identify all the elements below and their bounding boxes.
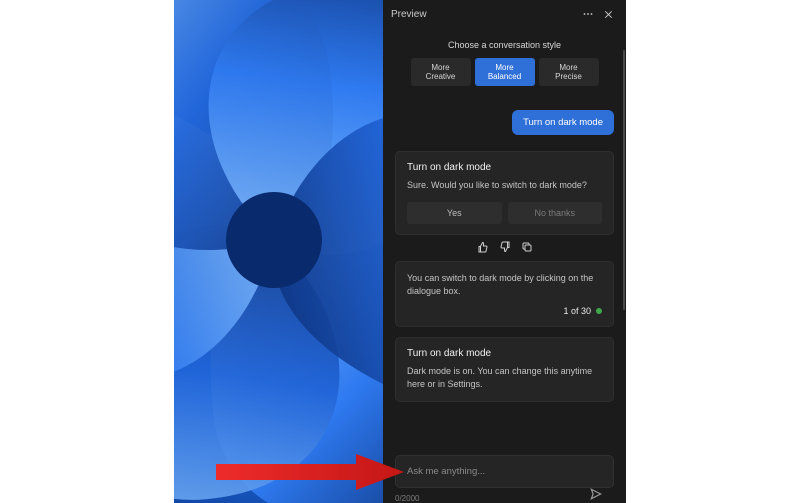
style-caption: Choose a conversation style [395, 40, 614, 50]
close-icon[interactable] [598, 4, 618, 24]
thumbs-down-icon[interactable] [499, 241, 511, 253]
style-option-line2: Balanced [488, 72, 521, 81]
style-option-line2: Precise [555, 72, 582, 81]
style-option-creative[interactable]: More Creative [411, 58, 471, 86]
confirm-no-button[interactable]: No thanks [508, 202, 603, 224]
ask-placeholder: Ask me anything... [407, 466, 602, 477]
ask-input[interactable]: Ask me anything... [395, 455, 614, 488]
style-option-line2: Creative [426, 72, 456, 81]
style-option-line1: More [431, 63, 449, 72]
char-counter: 0/2000 [395, 494, 614, 503]
card-body: Dark mode is on. You can change this any… [407, 365, 602, 391]
send-icon[interactable] [589, 487, 603, 501]
input-area: Ask me anything... 0/2000 [383, 445, 626, 503]
more-icon[interactable] [578, 4, 598, 24]
scrollbar-thumb[interactable] [623, 50, 625, 310]
assistant-card-confirm: Turn on dark mode Sure. Would you like t… [395, 151, 614, 235]
card-body: Sure. Would you like to switch to dark m… [407, 179, 602, 192]
style-option-line1: More [559, 63, 577, 72]
style-option-precise[interactable]: More Precise [539, 58, 599, 86]
thumbs-up-icon[interactable] [477, 241, 489, 253]
copy-icon[interactable] [521, 241, 533, 253]
card-title: Turn on dark mode [407, 348, 602, 359]
style-picker: More Creative More Balanced More Precise [395, 58, 614, 86]
style-option-balanced[interactable]: More Balanced [475, 58, 535, 86]
turn-counter: 1 of 30 [563, 306, 591, 316]
style-option-line1: More [495, 63, 513, 72]
panel-header: Preview [383, 0, 626, 28]
status-dot-icon [596, 308, 602, 314]
feedback-row [395, 241, 614, 253]
chat-scroll-area: Choose a conversation style More Creativ… [383, 28, 626, 445]
confirm-yes-button[interactable]: Yes [407, 202, 502, 224]
assistant-card-info: You can switch to dark mode by clicking … [395, 261, 614, 327]
user-message-bubble: Turn on dark mode [512, 110, 614, 135]
panel-title: Preview [391, 9, 427, 20]
desktop-wallpaper [174, 0, 383, 503]
card-title: Turn on dark mode [407, 162, 602, 173]
assistant-card-result: Turn on dark mode Dark mode is on. You c… [395, 337, 614, 402]
card-body: You can switch to dark mode by clicking … [407, 272, 602, 298]
chat-panel: Preview Choose a conversation style More… [383, 0, 626, 503]
